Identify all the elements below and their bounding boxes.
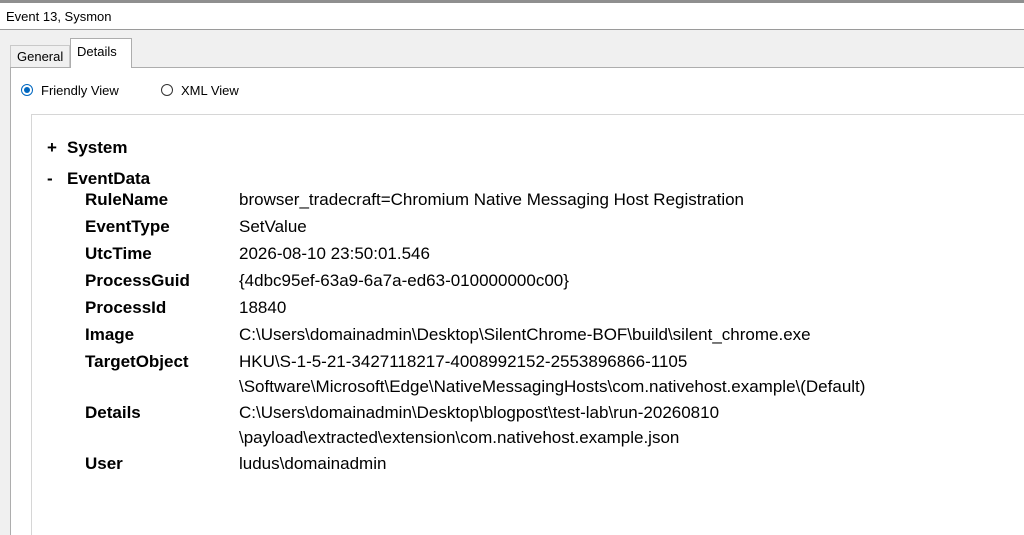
field-name: Details xyxy=(85,403,141,422)
field-value-line: SetValue xyxy=(239,217,307,236)
field-value-line: \Software\Microsoft\Edge\NativeMessaging… xyxy=(239,377,866,396)
window-title: Event 13, Sysmon xyxy=(6,9,112,24)
tab-general[interactable]: General xyxy=(10,45,70,67)
section-system-label: System xyxy=(67,138,128,157)
section-system[interactable]: + System xyxy=(47,138,127,158)
expand-icon[interactable]: + xyxy=(47,138,67,158)
event-properties-window: Event 13, Sysmon General Details Friendl… xyxy=(0,0,1024,535)
tab-details[interactable]: Details xyxy=(70,38,132,68)
field-value-line: HKU\S-1-5-21-3427118217-4008992152-25538… xyxy=(239,352,688,371)
field-value-line: \payload\extracted\extension\com.nativeh… xyxy=(239,428,680,447)
field-value: C:\Users\domainadmin\Desktop\SilentChrom… xyxy=(239,322,811,347)
xml-view-radio[interactable]: XML View xyxy=(161,80,239,100)
field-name: Image xyxy=(85,325,135,344)
field-name: User xyxy=(85,454,123,473)
field-value-line: C:\Users\domainadmin\Desktop\blogpost\te… xyxy=(239,403,720,422)
field-name: ProcessId xyxy=(85,298,167,317)
radio-unselected-icon[interactable] xyxy=(161,84,173,96)
field-value: HKU\S-1-5-21-3427118217-4008992152-25538… xyxy=(239,349,865,399)
collapse-icon[interactable]: - xyxy=(47,169,67,189)
title-bar: Event 13, Sysmon xyxy=(0,3,1024,30)
event-content: + System - EventData RuleName browser_trad… xyxy=(31,114,1024,535)
radio-selected-icon[interactable] xyxy=(21,84,33,96)
field-name: ProcessGuid xyxy=(85,271,190,290)
friendly-view-radio[interactable]: Friendly View xyxy=(21,80,119,100)
field-name: TargetObject xyxy=(85,352,189,371)
field-name: EventType xyxy=(85,217,170,236)
field-value: SetValue xyxy=(239,214,307,239)
field-value: {4dbc95ef-63a9-6a7a-ed63-010000000c00} xyxy=(239,268,569,293)
field-value-line: 2026-08-10 23:50:01.546 xyxy=(239,244,430,263)
section-eventdata-label: EventData xyxy=(67,169,151,188)
field-value: 2026-08-10 23:50:01.546 xyxy=(239,241,430,266)
field-value: 18840 xyxy=(239,295,286,320)
field-value-line: ludus\domainadmin xyxy=(239,454,387,473)
field-value: browser_tradecraft=Chromium Native Messa… xyxy=(239,187,744,212)
field-value: ludus\domainadmin xyxy=(239,451,386,476)
field-value-line: {4dbc95ef-63a9-6a7a-ed63-010000000c00} xyxy=(239,271,569,290)
field-value: C:\Users\domainadmin\Desktop\blogpost\te… xyxy=(239,400,719,450)
field-value-line: browser_tradecraft=Chromium Native Messa… xyxy=(239,190,745,209)
xml-view-label: XML View xyxy=(181,82,239,98)
field-value-line: 18840 xyxy=(239,298,287,317)
field-value-line: C:\Users\domainadmin\Desktop\SilentChrom… xyxy=(239,325,811,344)
field-name: RuleName xyxy=(85,190,169,209)
field-name: UtcTime xyxy=(85,244,152,263)
friendly-view-label: Friendly View xyxy=(41,82,119,98)
section-eventdata[interactable]: - EventData xyxy=(47,169,150,189)
details-panel: Friendly View XML View + System - EventDat… xyxy=(10,67,1024,535)
